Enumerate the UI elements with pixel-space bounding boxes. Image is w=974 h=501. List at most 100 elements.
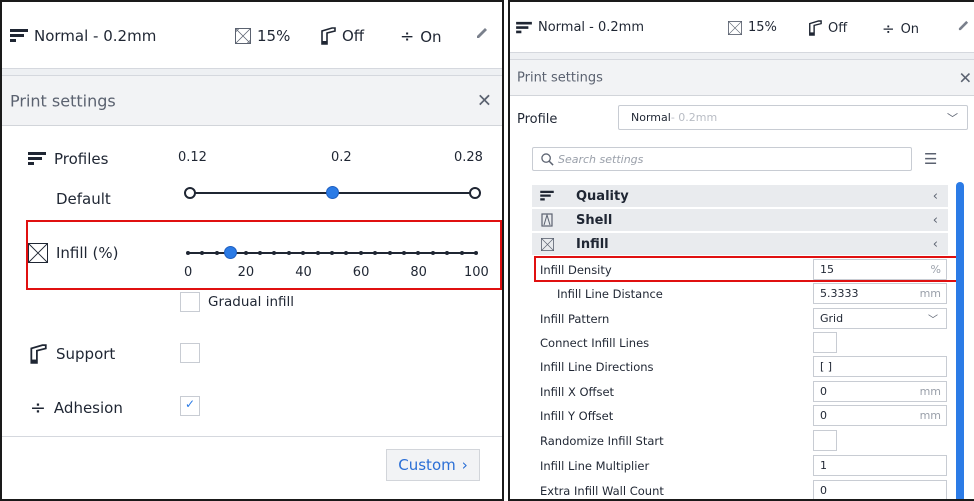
- profile-label: Profile: [517, 112, 558, 127]
- adhesion-summary[interactable]: ÷ On: [400, 27, 442, 47]
- setting-label: Randomize Infill Start: [540, 434, 664, 448]
- support-checkbox[interactable]: [180, 343, 200, 363]
- chevron-right-icon: ›: [461, 456, 468, 474]
- infill-summary[interactable]: 15%: [728, 20, 777, 35]
- support-icon: [321, 27, 336, 45]
- profile-slider-handle[interactable]: [326, 186, 339, 199]
- search-settings-input[interactable]: Search settings: [532, 147, 912, 171]
- setting-unit: %: [930, 263, 941, 276]
- profile-icon: [28, 152, 46, 165]
- setting-label: Extra Infill Wall Count: [540, 484, 664, 498]
- setting-label: Infill Y Offset: [540, 409, 614, 423]
- setting-infill-x-offset: Infill X Offset 0 mm: [532, 380, 948, 404]
- setting-label: Infill X Offset: [540, 385, 615, 399]
- setting-label: Infill Density: [540, 263, 612, 277]
- infill-icon: [235, 28, 251, 44]
- setting-infill-line-distance: Infill Line Distance 5.3333 mm: [532, 282, 948, 306]
- infill-tick-label: 60: [352, 265, 370, 280]
- extra-infill-wall-count-input[interactable]: 0: [813, 480, 947, 499]
- adhesion-summary[interactable]: ÷ On: [882, 20, 919, 38]
- setting-label: Connect Infill Lines: [540, 336, 650, 350]
- profile-summary[interactable]: Normal - 0.2mm: [10, 27, 156, 45]
- footer-divider: [2, 436, 502, 437]
- custom-print-settings-pane: Normal - 0.2mm 15% Off ÷ On Print settin…: [508, 0, 974, 501]
- support-summary[interactable]: Off: [808, 20, 847, 36]
- profile-summary[interactable]: Normal - 0.2mm: [516, 20, 644, 35]
- category-infill[interactable]: Infill ‹: [532, 233, 948, 255]
- infill-slider-step-dot: [402, 251, 406, 255]
- infill-line-multiplier-input[interactable]: 1: [813, 455, 947, 476]
- setting-value: [ ]: [820, 360, 833, 373]
- infill-slider-step-dot: [430, 251, 435, 255]
- infill-slider-step-dot: [200, 251, 205, 255]
- recommended-print-settings-pane: Normal - 0.2mm 15% Off ÷ On Print settin…: [0, 0, 504, 501]
- setting-connect-infill-lines: Connect Infill Lines: [532, 331, 948, 355]
- infill-slider-handle[interactable]: [224, 246, 238, 259]
- close-icon[interactable]: ✕: [959, 68, 972, 87]
- setting-value: 0: [820, 409, 827, 422]
- adhesion-summary-value: On: [420, 28, 442, 46]
- profile-dropdown[interactable]: Normal - 0.2mm ﹀: [618, 105, 968, 130]
- gradual-infill-checkbox[interactable]: [180, 292, 200, 312]
- infill-slider-step-dot: [186, 251, 190, 255]
- support-label: Support: [56, 345, 116, 363]
- infill-line-directions-input[interactable]: [ ]: [813, 356, 947, 377]
- category-shell[interactable]: Shell ‹: [532, 209, 948, 231]
- edit-pencil-icon[interactable]: [476, 27, 488, 39]
- infill-tick-label: 20: [237, 265, 255, 280]
- randomize-infill-start-checkbox[interactable]: [813, 430, 837, 451]
- setting-value: 1: [820, 459, 827, 472]
- setting-infill-pattern: Infill Pattern Grid ﹀: [532, 307, 948, 331]
- infill-density-input[interactable]: 15 %: [813, 259, 947, 280]
- print-setup-summary-bar[interactable]: Normal - 0.2mm 15% Off ÷ On: [2, 2, 502, 68]
- support-summary[interactable]: Off: [320, 27, 364, 45]
- infill-slider-step-dot: [330, 251, 334, 255]
- settings-scrollbar[interactable]: [956, 182, 964, 499]
- setting-randomize-infill-start: Randomize Infill Start: [532, 429, 948, 453]
- search-icon: [541, 152, 554, 166]
- profile-tick-label: 0.12: [178, 150, 207, 165]
- shell-icon: [532, 213, 562, 227]
- adhesion-row: ÷ Adhesion: [30, 397, 123, 419]
- infill-label: Infill (%): [56, 244, 119, 262]
- profile-slider-stop[interactable]: [469, 187, 481, 199]
- category-quality[interactable]: Quality ‹: [532, 185, 948, 207]
- infill-slider-step-dot: [474, 251, 478, 255]
- profile-icon: [516, 21, 532, 33]
- infill-line-distance-input[interactable]: 5.3333 mm: [813, 283, 947, 304]
- edit-pencil-icon[interactable]: [958, 20, 969, 31]
- setting-infill-density: Infill Density 15 %: [532, 258, 948, 282]
- adhesion-icon: ÷: [882, 20, 895, 38]
- setting-label: Infill Pattern: [540, 312, 610, 326]
- profile-summary-label: Normal - 0.2mm: [538, 20, 644, 35]
- infill-y-offset-input[interactable]: 0 mm: [813, 405, 947, 426]
- category-shell-label: Shell: [576, 212, 613, 228]
- connect-infill-lines-checkbox[interactable]: [813, 332, 837, 353]
- setting-infill-line-multiplier: Infill Line Multiplier 1: [532, 454, 948, 478]
- infill-pattern-dropdown[interactable]: Grid ﹀: [813, 308, 947, 329]
- profile-tick-label: 0.28: [454, 150, 483, 165]
- support-row: Support: [28, 344, 115, 364]
- print-settings-header: Print settings ✕: [510, 60, 974, 96]
- scene-strip: [2, 68, 502, 76]
- profiles-label: Profiles: [54, 150, 109, 168]
- infill-tick-label: 100: [464, 265, 489, 280]
- infill-x-offset-input[interactable]: 0 mm: [813, 381, 947, 402]
- infill-slider-step-dot: [214, 251, 219, 255]
- close-icon[interactable]: ✕: [477, 90, 492, 111]
- adhesion-icon: ÷: [30, 397, 46, 419]
- chevron-left-icon: ‹: [932, 212, 938, 228]
- infill-summary[interactable]: 15%: [235, 27, 290, 45]
- infill-slider-step-dot: [387, 251, 392, 255]
- settings-visibility-menu-icon[interactable]: ☰: [924, 150, 937, 168]
- support-summary-value: Off: [342, 27, 365, 45]
- adhesion-checkbox[interactable]: [180, 396, 200, 416]
- print-setup-summary-bar[interactable]: Normal - 0.2mm 15% Off ÷ On: [510, 2, 974, 52]
- setting-value: 0: [820, 484, 827, 497]
- profiles-row: Profiles: [28, 150, 108, 168]
- quality-icon: [532, 190, 562, 202]
- custom-button[interactable]: Custom ›: [386, 449, 480, 481]
- infill-slider-step-dot: [358, 251, 363, 255]
- setting-unit: mm: [919, 409, 941, 422]
- profile-slider-stop[interactable]: [184, 187, 196, 199]
